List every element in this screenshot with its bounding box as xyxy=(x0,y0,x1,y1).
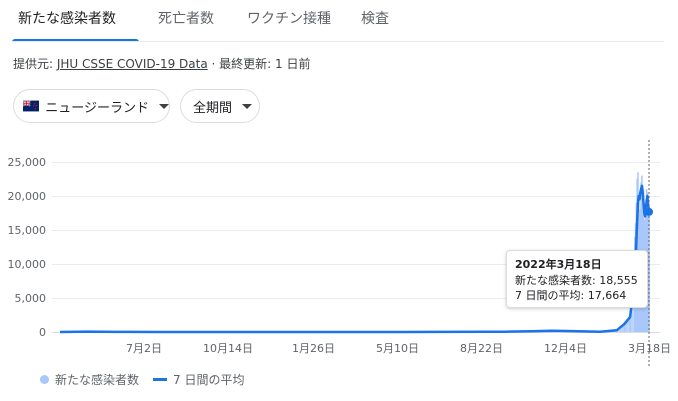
legend-average-label: 7 日間の平均 xyxy=(173,373,245,387)
legend-cases-label: 新たな感染者数 xyxy=(55,373,140,387)
x-tick-label: 5月10日 xyxy=(376,342,419,355)
chart-tooltip: 2022年3月18日 新たな感染者数: 18,555 7 日間の平均: 17,6… xyxy=(506,250,648,308)
legend-cases-swatch xyxy=(40,375,49,384)
chart-legend: 新たな感染者数 7 日間の平均 xyxy=(40,371,244,388)
highlighted-point xyxy=(645,207,653,216)
tooltip-date: 2022年3月18日 xyxy=(515,258,602,271)
tooltip-average: 7 日間の平均: 17,664 xyxy=(515,289,627,302)
x-tick-label: 12月4日 xyxy=(544,342,587,355)
x-tick-label: 3月18日 xyxy=(628,342,671,355)
x-tick-label: 7月2日 xyxy=(126,342,162,355)
x-tick-label: 8月22日 xyxy=(460,342,503,355)
legend-average-swatch xyxy=(153,378,168,381)
x-tick-label: 10月14日 xyxy=(203,342,253,355)
x-tick-label: 1月26日 xyxy=(292,342,335,355)
tooltip-new-cases: 新たな感染者数: 18,555 xyxy=(515,274,638,287)
